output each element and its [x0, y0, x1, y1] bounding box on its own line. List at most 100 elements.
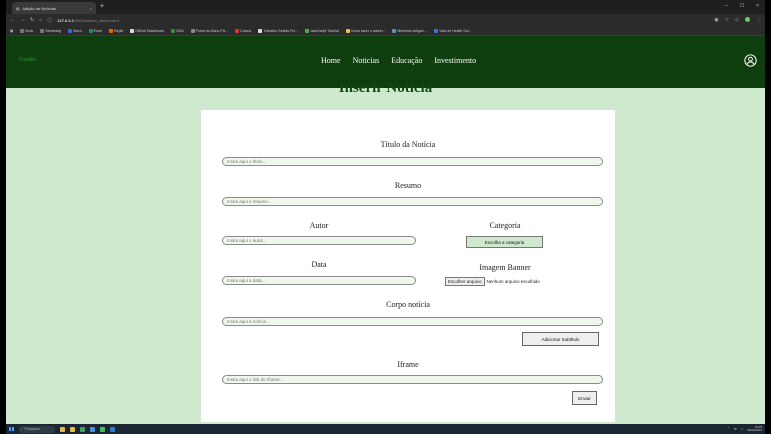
replit-icon	[109, 28, 114, 33]
categoria-select-button[interactable]: Escolha a categoria	[466, 236, 543, 248]
page-title: Inserir Notícia	[338, 80, 433, 96]
tab-close-icon[interactable]: ×	[90, 6, 92, 11]
new-tab-button[interactable]: +	[100, 3, 104, 10]
toolbar-right: ◉ ☆ ◇ ⋮	[714, 17, 761, 23]
bookmark-item[interactable]: GitHub Dashboard	[130, 28, 165, 33]
bookmark-label: Vida de Health Gui...	[439, 28, 472, 33]
corpo-label: Corpo notícia	[386, 300, 430, 309]
mail-icon[interactable]	[89, 426, 95, 432]
weather-icon[interactable]	[59, 426, 65, 432]
chrome-icon[interactable]	[99, 426, 105, 432]
github-icon	[130, 28, 135, 33]
submit-button[interactable]: Enviar	[572, 391, 597, 405]
eye-icon[interactable]: ◉	[714, 17, 718, 23]
tab-favicon-icon: ◍	[16, 5, 20, 11]
data-label: Data	[311, 260, 327, 269]
bookmark-star-icon[interactable]: ☆	[725, 17, 729, 23]
url-path: :5500/adicao_dados.html	[73, 17, 119, 23]
news-form: Título da Notícia Resumo Autor Categoria…	[201, 110, 615, 422]
bookmark-item[interactable]: Melhores Artigos ...	[392, 28, 428, 33]
tab-title: Adição de Notícias	[22, 5, 56, 11]
screen: ◍ Adição de Notícias × + – ☐ × ← → ↻ ⌂ ⓘ…	[6, 0, 765, 434]
article-icon	[392, 28, 397, 33]
window-controls: – ☐ ×	[725, 3, 759, 9]
bookmark-item[interactable]: JavaScript Tutorial	[304, 28, 339, 33]
github-icon	[258, 28, 263, 33]
nav-investimento[interactable]: Investimento	[434, 56, 476, 65]
browser-tabbar: ◍ Adição de Notícias × + – ☐ ×	[6, 0, 765, 14]
minimize-button[interactable]: –	[725, 3, 728, 9]
system-tray: ⌃ ≋ ◖ 16:05 18/06/2023	[727, 425, 762, 433]
browser-tab[interactable]: ◍ Adição de Notícias ×	[12, 2, 96, 14]
bookmark-item[interactable]: Como fazer o rastrei...	[345, 28, 386, 33]
bookmark-label: Book	[25, 28, 34, 33]
w3-icon	[304, 28, 309, 33]
maximize-button[interactable]: ☐	[740, 3, 744, 9]
bookmark-item[interactable]: Portal do Aluno PU...	[190, 28, 228, 33]
bookmark-label: Streaming	[45, 28, 62, 33]
reload-icon[interactable]: ↻	[30, 17, 34, 23]
site-logo[interactable]: Gestão	[19, 57, 36, 63]
resumo-label: Resumo	[394, 181, 422, 190]
app-icon[interactable]	[79, 426, 85, 432]
nav-links: Home Noticias Educação Investimento	[321, 56, 476, 65]
folder-icon	[40, 28, 45, 33]
apps-icon[interactable]: ▦	[10, 29, 13, 33]
url-host: 127.0.0.1	[57, 17, 74, 23]
bookmark-item[interactable]: Book	[20, 28, 34, 33]
back-icon[interactable]: ←	[10, 17, 15, 23]
profile-icon[interactable]	[745, 17, 750, 22]
corpo-input[interactable]	[222, 317, 603, 326]
bookmark-item[interactable]: Streaming	[40, 28, 62, 33]
bookmark-item[interactable]: Excel	[88, 28, 103, 33]
titulo-input[interactable]	[222, 157, 603, 166]
data-input[interactable]	[222, 276, 416, 285]
taskbar-search[interactable]: ⌕ Pesquisar	[18, 425, 55, 433]
home-icon[interactable]: ⌂	[39, 17, 42, 23]
nav-noticias[interactable]: Noticias	[353, 56, 380, 65]
bookmark-label: GDA	[176, 28, 184, 33]
nav-home[interactable]: Home	[321, 56, 341, 65]
titulo-label: Título da Notícia	[380, 140, 436, 149]
bookmark-item[interactable]: Word	[68, 28, 82, 33]
choose-file-button[interactable]: Escolher arquivo	[445, 277, 485, 286]
add-subtitle-button[interactable]: Adicionar Subtítulo	[522, 332, 599, 346]
bookmark-label: Word	[73, 28, 82, 33]
bookmark-label: GitHub Dashboard	[135, 28, 165, 33]
autor-input[interactable]	[222, 236, 416, 245]
bookmark-label: Excel	[93, 28, 103, 33]
extensions-icon[interactable]: ◇	[735, 17, 739, 23]
clock-date: 18/06/2023	[746, 428, 762, 432]
resumo-input[interactable]	[222, 197, 603, 206]
browser-toolbar: ← → ↻ ⌂ ⓘ 127.0.0.1:5500/adicao_dados.ht…	[6, 14, 765, 26]
doc-icon	[345, 28, 350, 33]
file-explorer-icon[interactable]	[69, 426, 75, 432]
tray-chevron-icon[interactable]: ⌃	[727, 427, 730, 431]
bookmark-label: Cursos	[240, 28, 252, 33]
clock[interactable]: 16:05 18/06/2023	[746, 425, 762, 433]
word-icon	[68, 28, 73, 33]
bookmark-item[interactable]: Cursos	[235, 28, 252, 33]
iframe-input[interactable]	[222, 375, 603, 384]
forward-icon[interactable]: →	[20, 17, 25, 23]
address-bar[interactable]: 127.0.0.1:5500/adicao_dados.html	[57, 18, 118, 23]
bookmark-label: Melhores Artigos ...	[397, 28, 428, 33]
bookmark-item[interactable]: Trabalho Gestão Fin...	[258, 28, 298, 33]
wifi-icon[interactable]: ≋	[734, 427, 737, 431]
bookmark-item[interactable]: GDA	[171, 28, 184, 33]
windows-start-icon[interactable]	[9, 426, 14, 432]
site-info-icon[interactable]: ⓘ	[47, 17, 52, 24]
user-account-icon[interactable]	[744, 54, 757, 67]
bookmark-item[interactable]: Vida de Health Gui...	[434, 28, 472, 33]
close-window-button[interactable]: ×	[756, 3, 759, 9]
volume-icon[interactable]: ◖	[741, 427, 743, 431]
bookmark-label: Como fazer o rastrei...	[350, 28, 386, 33]
bookmark-label: JavaScript Tutorial	[309, 28, 339, 33]
nav-educacao[interactable]: Educação	[391, 56, 422, 65]
vscode-icon[interactable]	[109, 426, 115, 432]
banner-file-input: Escolher arquivo Nenhum arquivo escolhid…	[445, 277, 540, 286]
bookmark-item[interactable]: Replit	[109, 28, 123, 33]
folder-icon	[20, 28, 25, 33]
menu-icon[interactable]: ⋮	[756, 17, 761, 23]
excel-icon	[88, 28, 93, 33]
